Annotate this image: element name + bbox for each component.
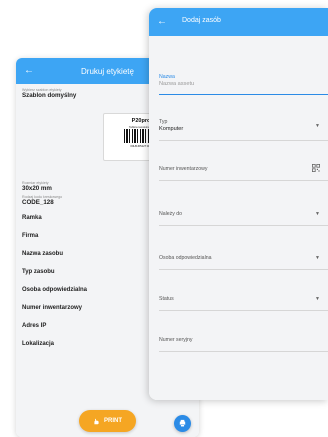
status-select[interactable]: Status ▼ [159,296,328,316]
add-asset-header: ← Dodaj zasób [149,8,328,36]
print-hand-icon [94,418,99,424]
inventory-field[interactable]: Numer inwentarzowy [159,164,328,186]
inventory-label: Numer inwentarzowy [159,166,208,172]
responsible-label: Osoba odpowiedzialna [159,255,212,261]
add-asset-title: Dodaj zasób [182,17,221,24]
app-mockup: ← Drukuj etykietę Wybierz szablon etykie… [0,0,328,437]
caret-down-icon: ▼ [315,255,320,261]
type-select[interactable]: Typ Komputer ▼ [159,119,328,141]
print-button[interactable]: PRINT [79,410,136,432]
serial-field[interactable]: Numer seryjny [159,337,328,357]
serial-label: Numer seryjny [159,337,193,343]
belongs-label: Należy do [159,211,183,217]
responsible-underline [159,269,328,270]
qr-code-icon[interactable] [312,164,320,172]
name-placeholder: Nazwa assetu [159,81,195,87]
status-label: Status [159,296,174,302]
responsible-select[interactable]: Osoba odpowiedzialna ▼ [159,255,328,275]
fab-button[interactable] [174,415,191,432]
name-underline [159,94,328,96]
serial-underline [159,351,328,352]
caret-down-icon: ▼ [315,211,320,217]
settings-icon [179,419,186,427]
add-asset-form: Nazwa Nazwa assetu Typ Komputer ▼ Numer … [149,36,328,400]
type-underline [159,140,328,141]
type-label: Typ [159,119,168,125]
name-field[interactable]: Nazwa Nazwa assetu [159,74,328,96]
belongs-select[interactable]: Należy do ▼ [159,211,328,231]
add-asset-screen: ← Dodaj zasób Nazwa Nazwa assetu Typ Kom… [149,8,328,400]
caret-down-icon: ▼ [315,296,320,302]
inventory-underline [159,180,328,181]
belongs-underline [159,225,328,226]
back-arrow-icon[interactable]: ← [157,15,167,29]
status-underline [159,310,328,311]
name-label: Nazwa [159,74,175,80]
caret-down-icon: ▼ [315,123,320,129]
back-arrow-icon[interactable]: ← [24,64,34,78]
type-value: Komputer [159,126,184,132]
print-button-label: PRINT [104,418,122,424]
